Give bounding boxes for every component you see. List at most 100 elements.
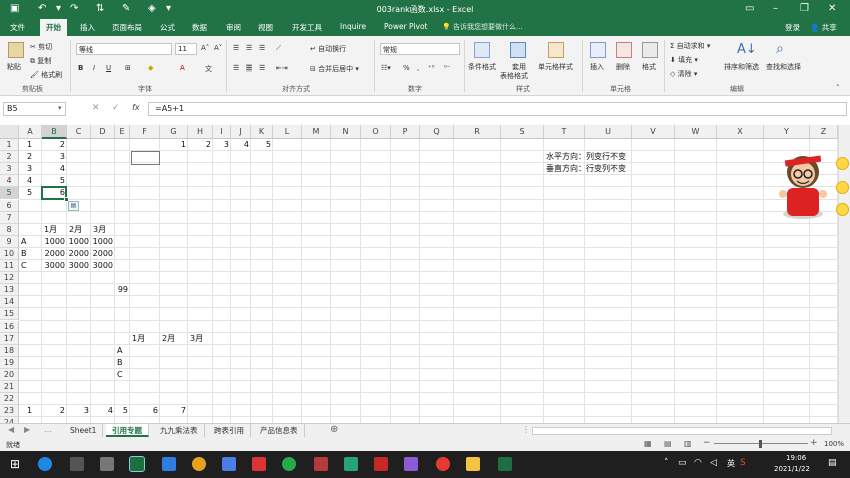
column-header-c[interactable]: C	[67, 125, 91, 139]
netease-music-icon[interactable]	[436, 457, 450, 471]
font-size-select[interactable]: 11	[175, 43, 197, 55]
cell-a23[interactable]: 1	[19, 405, 40, 417]
cell-t2[interactable]: 水平方向：列变行不变	[546, 151, 626, 163]
column-header-j[interactable]: J	[231, 125, 251, 139]
clear-button[interactable]: ◇ 清除 ▾	[670, 69, 697, 79]
insert-cells-icon[interactable]	[590, 42, 606, 58]
sheet-tab-sheet1[interactable]: Sheet1	[64, 424, 104, 437]
row-header-7[interactable]: 7	[0, 211, 19, 224]
underline-button[interactable]: U	[106, 64, 111, 72]
cell-g17[interactable]: 2月	[162, 333, 175, 345]
page-layout-view-icon[interactable]: ▤	[664, 439, 672, 448]
row-header-1[interactable]: 1	[0, 139, 19, 151]
column-header-h[interactable]: H	[188, 125, 213, 139]
align-bottom-icon[interactable]: ☰	[259, 44, 265, 52]
cell-g23[interactable]: 7	[160, 405, 186, 417]
column-header-f[interactable]: F	[130, 125, 160, 139]
normal-view-icon[interactable]: ▦	[644, 439, 652, 448]
side-toolbar-button-1[interactable]	[836, 157, 849, 170]
column-header-n[interactable]: N	[331, 125, 361, 139]
sign-in-link[interactable]: 登录	[785, 22, 800, 33]
cell-a1[interactable]: 1	[19, 139, 40, 151]
increase-decimal-icon[interactable]: ⁺⁰	[428, 64, 435, 72]
column-header-q[interactable]: Q	[420, 125, 454, 139]
cell-c23[interactable]: 3	[67, 405, 89, 417]
cell-a10[interactable]: B	[21, 248, 27, 260]
sort-filter-icon[interactable]: A↓	[737, 42, 757, 57]
row-header-13[interactable]: 13	[0, 284, 19, 297]
delete-cells-icon[interactable]	[616, 42, 632, 58]
add-sheet-icon[interactable]: ⊕	[330, 424, 338, 435]
paste-icon[interactable]	[8, 42, 24, 58]
borders-icon[interactable]: ⊞	[125, 64, 131, 72]
cell-d23[interactable]: 4	[91, 405, 113, 417]
delete-cells-button[interactable]: 删除	[616, 62, 630, 72]
column-header-p[interactable]: P	[391, 125, 420, 139]
chrome-icon[interactable]	[192, 457, 206, 471]
indent-icon[interactable]: ⇤⇥	[276, 64, 288, 72]
cell-b11[interactable]: 3000	[42, 260, 65, 272]
horizontal-scrollbar[interactable]	[532, 427, 832, 435]
zoom-slider-thumb[interactable]	[759, 440, 762, 448]
autofill-options-icon[interactable]: ▤	[68, 200, 79, 211]
column-header-i[interactable]: I	[213, 125, 231, 139]
column-header-x[interactable]: X	[717, 125, 764, 139]
decrease-decimal-icon[interactable]: ⁰⁻	[444, 64, 451, 72]
tab-data[interactable]: 数据	[192, 22, 207, 33]
cell-c9[interactable]: 1000	[67, 236, 89, 248]
italic-button[interactable]: I	[93, 64, 95, 72]
green-app-icon[interactable]	[344, 457, 358, 471]
row-header-3[interactable]: 3	[0, 163, 19, 176]
column-header-u[interactable]: U	[585, 125, 632, 139]
cell-i1[interactable]: 3	[213, 139, 229, 151]
cell-c8[interactable]: 2月	[69, 224, 82, 236]
row-header-11[interactable]: 11	[0, 260, 19, 272]
collapse-ribbon-icon[interactable]: ˄	[836, 84, 840, 92]
paste-button[interactable]: 粘贴	[7, 62, 21, 72]
column-header-t[interactable]: T	[544, 125, 585, 139]
side-toolbar-button-2[interactable]	[836, 181, 849, 194]
sheet-tab-cross-sheet[interactable]: 跨表引用	[208, 424, 251, 437]
cell-d9[interactable]: 1000	[91, 236, 113, 248]
restore-icon[interactable]: ❐	[800, 3, 809, 14]
cell-b9[interactable]: 1000	[42, 236, 65, 248]
column-header-l[interactable]: L	[273, 125, 302, 139]
cell-b1[interactable]: 2	[42, 139, 65, 151]
bold-button[interactable]: B	[78, 64, 83, 72]
tab-page-layout[interactable]: 页面布局	[112, 22, 142, 33]
row-header-23[interactable]: 23	[0, 405, 19, 418]
cell-d11[interactable]: 3000	[91, 260, 113, 272]
format-cells-icon[interactable]	[642, 42, 658, 58]
tell-me-search[interactable]: 💡 告诉我您想要做什么...	[442, 22, 523, 32]
row-header-22[interactable]: 22	[0, 393, 19, 406]
volume-icon[interactable]: ◁	[710, 458, 717, 468]
increase-font-icon[interactable]: A˄	[201, 44, 209, 52]
cell-b10[interactable]: 2000	[42, 248, 65, 260]
tab-review[interactable]: 审阅	[226, 22, 241, 33]
align-middle-icon[interactable]: ☰	[246, 44, 252, 52]
worksheet-grid[interactable]: A B C D E F G H I J K L M N O P Q R S T U V W X Y Z 1 2 3 4 5 6 7 8 9 10 11 1…	[0, 125, 838, 423]
cell-j1[interactable]: 4	[231, 139, 249, 151]
find-select-button[interactable]: 查找和选择	[766, 62, 801, 72]
windows-start-icon[interactable]: ⊞	[10, 457, 20, 471]
format-table-label[interactable]: 表格格式	[500, 71, 528, 81]
column-header-z[interactable]: Z	[810, 125, 838, 139]
row-header-5[interactable]: 5	[0, 187, 19, 200]
insert-cells-button[interactable]: 插入	[590, 62, 604, 72]
cell-c10[interactable]: 2000	[67, 248, 89, 260]
fill-color-button[interactable]: ◆	[148, 64, 153, 72]
cut-button[interactable]: ✂ 剪切	[30, 42, 52, 52]
number-format-select[interactable]: 常规	[380, 43, 460, 55]
wechat-icon[interactable]	[282, 457, 296, 471]
cell-k1[interactable]: 5	[251, 139, 271, 151]
cell-d8[interactable]: 3月	[93, 224, 106, 236]
minimize-icon[interactable]: –	[773, 3, 778, 14]
column-header-k[interactable]: K	[251, 125, 273, 139]
excel-active-icon[interactable]	[498, 457, 512, 471]
edge-browser-icon[interactable]	[38, 457, 52, 471]
decrease-font-icon[interactable]: A˅	[214, 44, 222, 52]
next-sheet-icon[interactable]: ▶	[24, 425, 30, 434]
font-name-select[interactable]: 等线	[76, 43, 172, 55]
more-sheets-icon[interactable]: …	[44, 425, 52, 434]
ribbon-display-icon[interactable]: ▭	[745, 3, 754, 14]
